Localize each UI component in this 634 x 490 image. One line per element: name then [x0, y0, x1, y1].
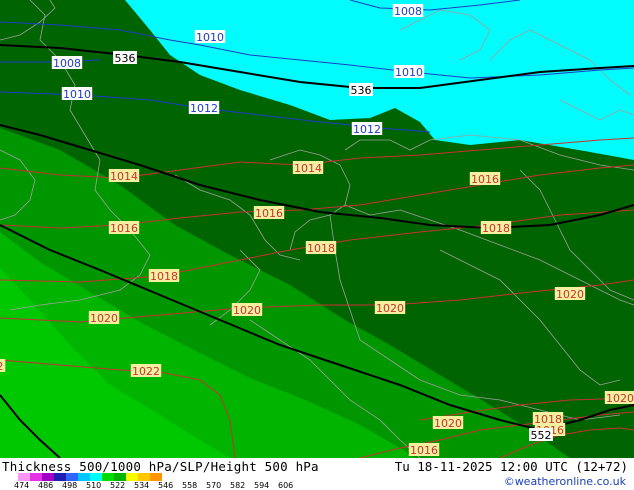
isoline-label: 1010: [196, 31, 224, 44]
color-scale: [18, 473, 162, 481]
isoline-label: 1018: [482, 222, 510, 235]
scale-swatch: [78, 473, 90, 481]
credit-link[interactable]: ©weatheronline.co.uk: [504, 475, 626, 488]
map-canvas: 1008 1010 1008 1010 1010 1012 1012 536 536 1014 10…: [0, 0, 634, 458]
scale-tick: 594: [254, 481, 270, 490]
isoline-label: 536: [115, 52, 136, 65]
isoline-label: 1012: [353, 123, 381, 136]
isoline-label: 1020: [606, 392, 634, 405]
scale-swatch: [114, 473, 126, 481]
scale-tick: 606: [278, 481, 294, 490]
scale-swatch: [42, 473, 54, 481]
isoline-label: 1020: [376, 302, 404, 315]
isoline-label: 1014: [294, 162, 322, 175]
isoline-label: 1022: [132, 365, 160, 378]
scale-tick: 546: [158, 481, 174, 490]
valid-time: Tu 18-11-2025 12:00 UTC (12+72): [394, 459, 628, 474]
scale-tick: 510: [86, 481, 102, 490]
scale-swatch: [126, 473, 138, 481]
weather-map: 1008 1010 1008 1010 1010 1012 1012 536 536 1014 10…: [0, 0, 634, 458]
isoline-label: 1016: [410, 444, 438, 457]
scale-tick: 474: [14, 481, 30, 490]
isoline-label: 2: [0, 360, 4, 373]
scale-swatch: [90, 473, 102, 481]
isoline-label: 536: [351, 84, 372, 97]
isoline-label: 1020: [434, 417, 462, 430]
scale-swatch: [66, 473, 78, 481]
isoline-label: 1012: [190, 102, 218, 115]
isoline-label: 1010: [63, 88, 91, 101]
scale-tick: 558: [182, 481, 198, 490]
scale-swatch: [18, 473, 30, 481]
scale-tick: 582: [230, 481, 246, 490]
isoline-label: 1020: [556, 288, 584, 301]
scale-tick: 534: [134, 481, 150, 490]
scale-tick: 522: [110, 481, 126, 490]
isoline-label: 1018: [150, 270, 178, 283]
isoline-label: 1014: [110, 170, 138, 183]
isoline-label: 1016: [110, 222, 138, 235]
isoline-label: 1008: [394, 5, 422, 18]
isoline-label: 1020: [90, 312, 118, 325]
scale-swatch: [30, 473, 42, 481]
scale-tick: 498: [62, 481, 78, 490]
isoline-label: 1020: [233, 304, 261, 317]
scale-tick: 486: [38, 481, 54, 490]
isoline-label: 1016: [471, 173, 499, 186]
map-footer: Thickness 500/1000 hPa/SLP/Height 500 hP…: [0, 458, 634, 490]
scale-swatch: [54, 473, 66, 481]
scale-swatch: [150, 473, 162, 481]
scale-swatch: [138, 473, 150, 481]
isoline-label: 1016: [255, 207, 283, 220]
scale-tick: 570: [206, 481, 222, 490]
isoline-label: 1010: [395, 66, 423, 79]
thickness-bands: [0, 0, 634, 458]
isoline-label: 1008: [53, 57, 81, 70]
isoline-label: 552: [531, 429, 552, 442]
isoline-label: 1018: [307, 242, 335, 255]
color-scale-ticks: 474 486 498 510 522 534 546 558 570 582 594 606: [14, 481, 302, 490]
map-title: Thickness 500/1000 hPa/SLP/Height 500 hP…: [2, 459, 319, 474]
scale-swatch: [102, 473, 114, 481]
